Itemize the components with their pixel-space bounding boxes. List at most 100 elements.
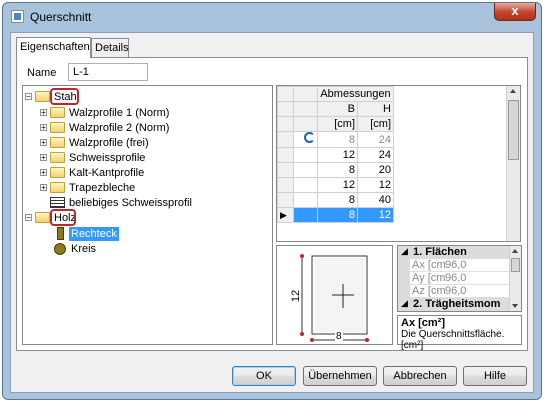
tab-eigenschaften[interactable]: Eigenschaften (16, 37, 91, 58)
property-category-flaechen[interactable]: ◢ 1. Flächen (398, 246, 510, 259)
expand-icon[interactable]: + (40, 139, 47, 147)
folder-icon (50, 167, 65, 178)
tree-node-label: Kalt-Kantprofile (69, 167, 145, 179)
table-row[interactable]: 8 20 (277, 162, 394, 178)
name-input[interactable] (68, 63, 148, 81)
tree-node-label: Trapezbleche (69, 182, 136, 194)
table-row[interactable]: 8 24 (277, 131, 394, 148)
property-category-traegheit[interactable]: ◢ 2. Trägheitsmom (398, 298, 510, 311)
cell-b[interactable]: 12 (317, 177, 358, 193)
folder-icon (50, 137, 65, 148)
grid-spacer (293, 192, 318, 208)
cell-b[interactable]: 8 (317, 192, 358, 208)
expand-icon[interactable]: + (40, 169, 47, 177)
profile-icon (50, 197, 65, 208)
description-text: Die Querschnittsfläche. [cm²] (401, 329, 505, 351)
collapse-icon[interactable]: − (25, 214, 32, 222)
help-button[interactable]: Hilfe (463, 366, 527, 386)
expand-icon[interactable]: + (40, 124, 47, 132)
grid-spacer (293, 101, 318, 117)
highlight-frame-stahl (50, 88, 79, 105)
cell-h[interactable]: 20 (357, 162, 394, 178)
cell-h[interactable]: 12 (357, 177, 394, 193)
table-row[interactable]: 8 40 (277, 192, 394, 208)
property-name: Az [cm (412, 285, 446, 297)
dialog-client: Eigenschaften Details Name − Stahl + (10, 32, 534, 393)
property-value[interactable]: 96,0 (445, 259, 466, 271)
table-row[interactable]: 12 24 (277, 147, 394, 163)
dimension-label-h: 12 (290, 289, 303, 303)
collapse-icon[interactable]: ◢ (401, 298, 408, 309)
cell-b[interactable]: 8 (317, 207, 358, 223)
cell-b[interactable]: 12 (317, 147, 358, 163)
grid-spacer (293, 207, 318, 223)
category-label: 2. Trägheitsmom (413, 298, 501, 310)
property-margin (398, 259, 410, 272)
collapse-icon[interactable]: − (25, 93, 32, 101)
property-value[interactable]: 96,0 (445, 272, 466, 284)
circle-section-icon (54, 243, 66, 255)
scroll-thumb[interactable] (511, 258, 520, 272)
row-header-corner (277, 86, 294, 102)
property-margin (398, 285, 410, 298)
property-grid[interactable]: ◢ 1. Flächen Ax [cm 96,0 Ay [cm 96,0 Az … (397, 245, 522, 312)
description-title: Ax [cm²] (401, 317, 446, 329)
folder-open-icon (35, 212, 50, 223)
apply-button[interactable]: Übernehmen (303, 366, 377, 386)
scroll-up-icon[interactable] (510, 89, 516, 93)
grid-spacer (293, 162, 318, 178)
property-name: Ay [cm (412, 272, 446, 284)
cancel-button[interactable]: Abbrechen (383, 366, 457, 386)
property-value[interactable]: 96,0 (445, 285, 466, 297)
section-tree[interactable]: − Stahl + Walzprofile 1 (Norm) + Walzpro… (22, 85, 273, 345)
rectangle-section-icon (57, 227, 64, 240)
grid-scrollbar[interactable] (506, 86, 520, 241)
tree-node-label: Walzprofile (frei) (69, 137, 149, 149)
scroll-thumb[interactable] (508, 100, 519, 160)
close-button[interactable]: x (494, 3, 536, 21)
table-row-selected[interactable]: ▶ 8 12 (277, 207, 394, 223)
expand-icon[interactable]: + (40, 109, 47, 117)
tab-label: Eigenschaften (20, 41, 90, 53)
scroll-down-icon[interactable] (512, 304, 518, 308)
row-header[interactable] (277, 131, 294, 148)
ok-button[interactable]: OK (232, 366, 296, 386)
property-name: Ax [cm (412, 259, 446, 271)
expand-icon[interactable]: + (40, 154, 47, 162)
row-header[interactable] (277, 147, 294, 163)
scroll-up-icon[interactable] (512, 249, 518, 253)
tab-details[interactable]: Details (91, 38, 129, 57)
title-bar[interactable]: Querschnitt x (3, 3, 541, 31)
row-header-corner (277, 116, 294, 132)
dimensions-grid[interactable]: Abmessungen B H [cm] [cm] 8 24 12 24 8 2… (276, 85, 521, 242)
property-row[interactable]: Az [cm 96,0 (398, 285, 510, 298)
property-row[interactable]: Ay [cm 96,0 (398, 272, 510, 285)
row-header[interactable] (277, 192, 294, 208)
collapse-icon[interactable]: ◢ (401, 246, 408, 257)
property-row[interactable]: Ax [cm 96,0 (398, 259, 510, 272)
table-row[interactable]: 12 12 (277, 177, 394, 193)
grid-header-row: B H (277, 101, 394, 117)
folder-open-icon (35, 91, 50, 102)
cell-b[interactable]: 8 (317, 131, 358, 148)
window-title: Querschnitt (30, 10, 92, 24)
folder-icon (50, 107, 65, 118)
row-header[interactable] (277, 162, 294, 178)
window-icon (11, 10, 24, 23)
current-row-icon[interactable]: ▶ (277, 207, 294, 223)
property-scrollbar[interactable] (509, 246, 521, 311)
tab-page-eigenschaften: Name − Stahl + Walzprofile 1 (Norm) + (16, 57, 528, 351)
cell-h[interactable]: 12 (357, 207, 394, 223)
column-header-b[interactable]: B (317, 101, 358, 117)
cell-h[interactable]: 40 (357, 192, 394, 208)
cell-h[interactable]: 24 (357, 131, 394, 148)
cell-b[interactable]: 8 (317, 162, 358, 178)
expand-icon[interactable]: + (40, 184, 47, 192)
cell-h[interactable]: 24 (357, 147, 394, 163)
tree-node-label: Walzprofile 1 (Norm) (69, 107, 170, 119)
column-header-h[interactable]: H (357, 101, 394, 117)
row-header-corner (277, 101, 294, 117)
highlight-frame-holz (50, 209, 76, 226)
dimension-label-b: 8 (335, 331, 343, 342)
row-header[interactable] (277, 177, 294, 193)
